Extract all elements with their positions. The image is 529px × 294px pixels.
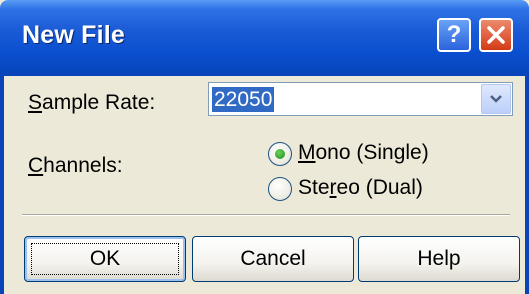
cancel-button[interactable]: Cancel (192, 236, 354, 282)
close-button[interactable] (479, 18, 513, 52)
focus-rectangle (31, 243, 179, 275)
ok-button[interactable]: OK (24, 236, 186, 282)
window-frame-right (525, 76, 529, 294)
help-button[interactable]: Help (358, 236, 520, 282)
sample-rate-combobox[interactable]: 22050 (208, 82, 513, 116)
sample-rate-label: Sample Rate: (28, 91, 156, 114)
title-bar[interactable]: New File ? (0, 0, 529, 76)
mono-radio[interactable] (268, 142, 292, 166)
mono-radio-label[interactable]: Mono (Single) (298, 141, 429, 165)
help-button-label: Help (417, 247, 461, 270)
chevron-down-icon (490, 95, 502, 103)
window-frame-left (0, 76, 4, 294)
sample-rate-dropdown-button[interactable] (481, 84, 511, 114)
separator (22, 214, 510, 216)
window-title: New File (22, 21, 126, 49)
radio-selected-dot (275, 149, 285, 159)
stereo-radio[interactable] (268, 177, 292, 201)
cancel-button-label: Cancel (240, 247, 306, 270)
close-icon (487, 26, 505, 44)
sample-rate-value[interactable]: 22050 (212, 87, 275, 112)
stereo-radio-label[interactable]: Stereo (Dual) (298, 176, 423, 200)
channels-label: Channels: (28, 154, 123, 177)
help-icon: ? (446, 21, 462, 48)
help-title-button[interactable]: ? (437, 18, 471, 52)
